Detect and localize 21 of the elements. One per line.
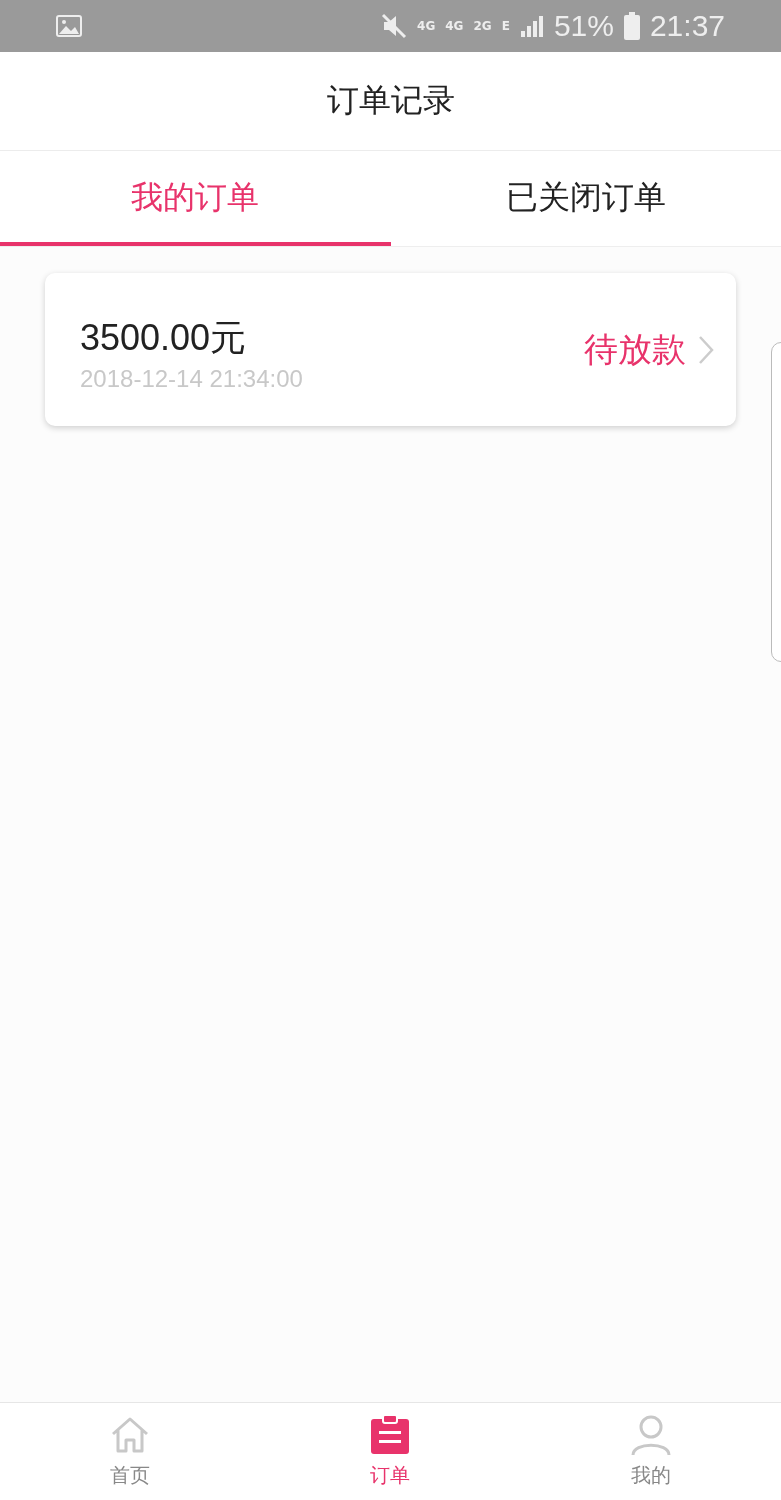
network-label: 4G: [445, 19, 464, 33]
person-icon: [629, 1414, 672, 1456]
image-icon: [56, 15, 82, 37]
nav-tab[interactable]: 我的: [520, 1403, 781, 1500]
battery-icon: [623, 12, 640, 40]
network-label: 2G: [473, 19, 492, 33]
signal-icon: [519, 15, 544, 37]
clock: 21:37: [649, 9, 725, 43]
order-amount: 3500.00元: [80, 316, 248, 360]
network-label: E: [501, 19, 510, 33]
nav-tab[interactable]: 订单: [260, 1403, 521, 1500]
mute-icon: [381, 13, 408, 39]
page-title: 订单记录: [326, 80, 455, 121]
order-status: 待放款: [584, 327, 686, 371]
battery-percent: 51%: [553, 9, 614, 43]
clipboard-icon: [369, 1414, 412, 1456]
nav-tab[interactable]: 首页: [0, 1403, 261, 1500]
tab[interactable]: 已关闭订单: [390, 151, 781, 246]
chevron-right-icon: [698, 334, 714, 365]
network-label: 4G: [417, 19, 436, 33]
tab[interactable]: 我的订单: [0, 151, 391, 246]
